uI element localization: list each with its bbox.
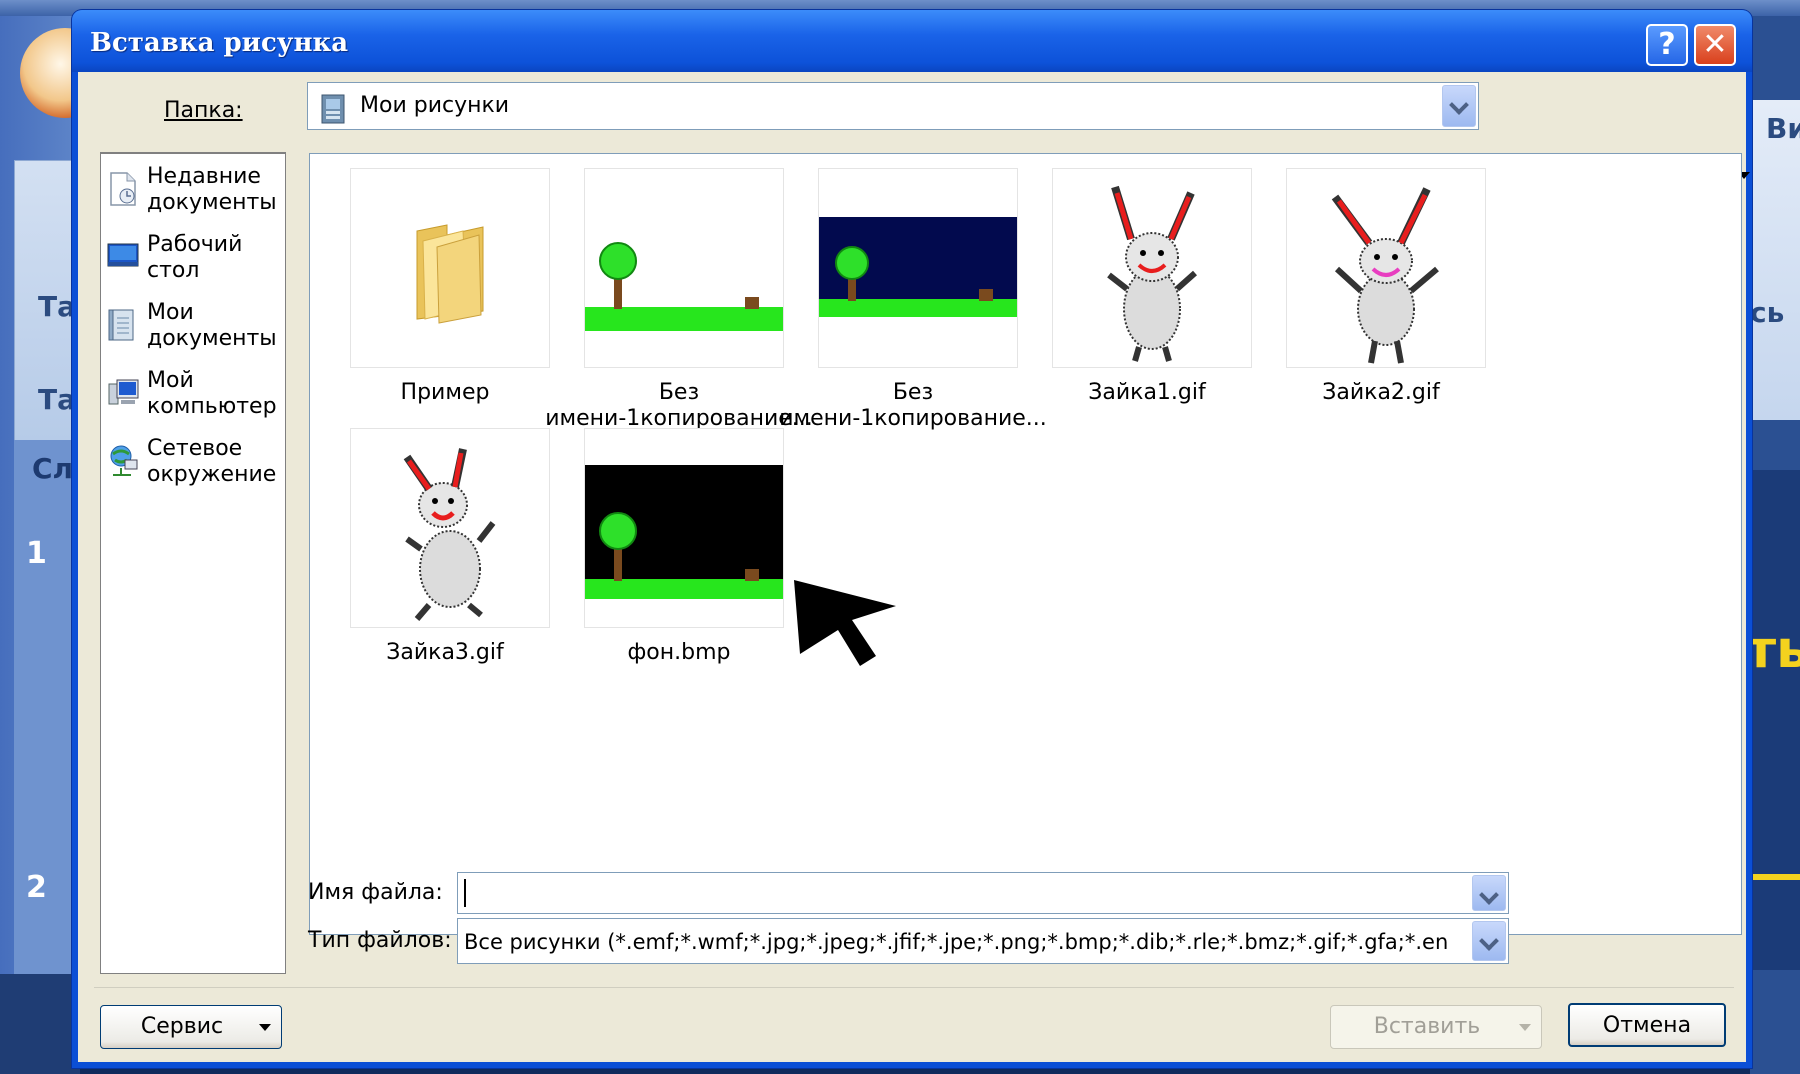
file-name: Зайка1.gif [1088,380,1206,405]
landscape-image-icon [819,217,1017,317]
place-label: Мой компьютер [147,368,277,419]
cancel-button-label: Отмена [1602,1013,1692,1038]
place-label: Мои документы [147,300,277,351]
places-bar: Недавние документы Рабочий стол Мои доку… [100,152,286,974]
my-documents-icon [108,309,134,341]
dialog-client-area: Папка: Мои рисунки Недавние документы Ра… [78,72,1750,1062]
cancel-button[interactable]: Отмена [1568,1003,1726,1047]
close-button[interactable]: ✕ [1694,24,1736,66]
file-thumbnail [1052,168,1252,368]
place-label: Недавние документы [147,164,277,215]
file-thumbnail [350,168,550,368]
file-item[interactable]: Зайка2.gif [1246,168,1516,438]
file-item-folder[interactable]: Пример [310,168,580,438]
place-desktop[interactable]: Рабочий стол [107,232,283,290]
file-thumbnail [584,168,784,368]
background-ribbon-label: Ви [1766,112,1800,145]
mouse-cursor-icon [794,580,896,666]
background-slide-text: ть [1746,620,1800,680]
file-item[interactable]: фон.bmp [544,428,814,698]
file-name: Без имени-1копирование... [545,380,813,431]
bunny-image-icon [403,448,496,621]
background-tab-label: Сл [32,452,74,485]
help-button[interactable]: ? [1646,24,1688,66]
filetype-label: Тип файлов: [308,928,452,953]
filetype-select[interactable]: Все рисунки (*.emf;*.wmf;*.jpg;*.jpeg;*.… [457,918,1509,964]
chevron-down-icon [1519,1024,1531,1031]
place-label: Сетевое окружение [147,436,277,487]
bunny-image-icon [1107,185,1197,362]
background-ribbon-label: Та [38,290,76,323]
recent-documents-icon [110,172,136,206]
file-name: фон.bmp [627,640,731,665]
insert-picture-dialog: Вставка рисунка ? ✕ Папка: Мои рисунки Н… [72,10,1752,1068]
background-ribbon-label: сь [1750,296,1785,329]
folder-icon [416,224,484,324]
slide-number: 2 [26,870,47,905]
file-name: Без имени-1копирование... [779,380,1047,431]
tools-button-label: Сервис [140,1014,224,1039]
file-thumbnail [350,428,550,628]
file-name: Зайка2.gif [1322,380,1440,405]
place-label: Рабочий стол [147,232,243,283]
file-item[interactable]: Без имени-1копирование... [778,168,1048,438]
background-bottom [0,974,80,1074]
background-right-ribbon [1744,100,1800,420]
desktop-icon [107,243,139,267]
dialog-title: Вставка рисунка [90,28,349,58]
file-item[interactable]: Без имени-1копирование... [544,168,814,438]
filename-label-text: Имя файла: [308,880,443,905]
filetype-dropdown-arrow[interactable] [1472,921,1506,961]
insert-button-label: Вставить [1373,1014,1481,1039]
footer-separator [94,987,1734,988]
filename-input[interactable] [457,872,1509,914]
filename-dropdown-arrow[interactable] [1472,875,1506,911]
filename-label: Имя файла: [308,880,443,905]
bunny-image-icon [1331,187,1439,364]
my-computer-icon [108,379,139,405]
tools-button[interactable]: Сервис [100,1005,282,1049]
folder-select[interactable]: Мои рисунки [307,82,1479,130]
file-item[interactable]: Зайка3.gif [310,428,580,698]
slide-number: 1 [26,536,47,571]
folder-label-text: Папка: [164,98,243,123]
my-pictures-folder-icon [321,94,345,124]
filetype-value: Все рисунки (*.emf;*.wmf;*.jpg;*.jpeg;*.… [464,930,1449,954]
chevron-down-icon [259,1024,271,1031]
folder-dropdown-arrow[interactable] [1442,85,1476,127]
file-item[interactable]: Зайка1.gif [1012,168,1282,438]
place-network[interactable]: Сетевое окружение [107,436,283,494]
folder-label: Папка: [164,98,243,123]
text-caret [464,879,466,907]
place-my-documents[interactable]: Мои документы [107,300,283,358]
landscape-image-icon [585,465,783,599]
network-icon [110,445,138,476]
place-recent-documents[interactable]: Недавние документы [107,164,283,222]
insert-button[interactable]: Вставить [1330,1005,1542,1049]
file-name: Зайка3.gif [386,640,504,665]
background-ribbon-label: Та [38,383,76,416]
place-my-computer[interactable]: Мой компьютер [107,368,283,426]
background-slide-line [1744,874,1800,880]
file-thumbnail [584,428,784,628]
background-slide [1744,470,1800,970]
file-list: Пример Без имени-1копирование... Без име… [309,153,1742,935]
filetype-label-text: Тип файлов: [308,928,452,953]
folder-select-value: Мои рисунки [360,93,510,118]
landscape-image-icon [585,242,783,331]
file-name: Пример [400,380,490,405]
file-thumbnail [1286,168,1486,368]
dialog-titlebar[interactable]: Вставка рисунка ? ✕ [72,10,1752,72]
file-thumbnail [818,168,1018,368]
